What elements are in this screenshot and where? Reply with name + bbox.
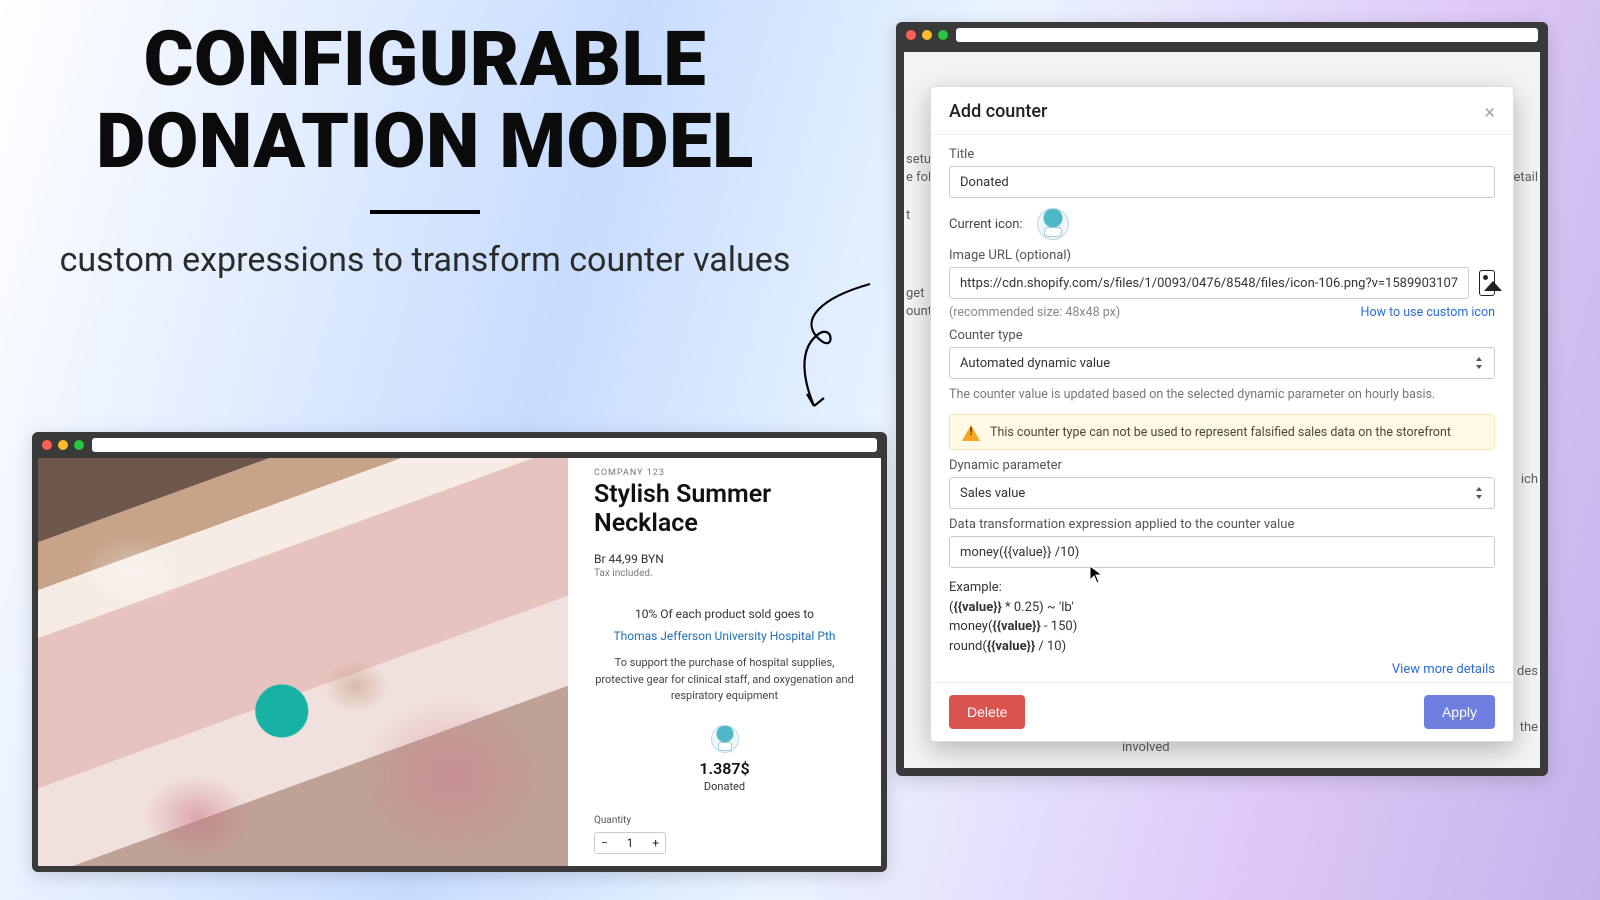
image-url-value: https://cdn.shopify.com/s/files/1/0093/0… (960, 276, 1458, 291)
minimize-dot-icon[interactable] (922, 30, 932, 40)
quantity-label: Quantity (594, 815, 855, 826)
counter-type-warning: This counter type can not be used to rep… (949, 414, 1495, 450)
add-counter-modal: Add counter × Title Donated Current icon… (930, 86, 1514, 742)
traffic-lights (906, 30, 948, 40)
arrow-squiggle-icon (790, 280, 880, 420)
warning-icon (962, 423, 980, 441)
title-input[interactable]: Donated (949, 166, 1495, 198)
bg-text: involved (1122, 740, 1170, 755)
apply-button[interactable]: Apply (1424, 695, 1495, 729)
cursor-icon (1089, 565, 1103, 585)
bg-text: ount (906, 304, 932, 319)
close-dot-icon[interactable] (906, 30, 916, 40)
address-bar[interactable] (92, 438, 877, 452)
counter-type-label: Counter type (949, 328, 1495, 343)
bg-text: t (906, 208, 910, 223)
hero-divider (370, 210, 480, 214)
bg-text: get (906, 286, 924, 301)
bg-text: ich (1521, 472, 1538, 487)
counter-type-select[interactable]: Automated dynamic value (949, 347, 1495, 379)
qty-decrement[interactable]: − (601, 836, 608, 850)
window-chrome (896, 22, 1548, 48)
view-more-link[interactable]: View more details (1392, 662, 1495, 677)
current-icon-preview (1037, 208, 1069, 240)
product-title: Stylish Summer Necklace (594, 480, 855, 538)
donation-description: To support the purchase of hospital supp… (594, 655, 855, 705)
product-photo (38, 458, 568, 866)
counter-type-value: Automated dynamic value (960, 356, 1110, 371)
expression-input[interactable]: money({{value}} /10) (949, 536, 1495, 568)
image-picker-icon[interactable] (1479, 270, 1495, 296)
qty-increment[interactable]: + (652, 836, 659, 850)
hero-title-line1: CONFIGURABLE (144, 14, 707, 104)
current-icon-label: Current icon: (949, 217, 1023, 232)
title-label: Title (949, 147, 1495, 162)
select-caret-icon (1474, 356, 1484, 370)
dynamic-param-select[interactable]: Sales value (949, 477, 1495, 509)
admin-browser-window: setu e foll t etail get ount ich t des t… (896, 22, 1548, 776)
storefront-browser-window: COMPANY 123 Stylish Summer Necklace Br 4… (32, 432, 887, 872)
minimize-dot-icon[interactable] (58, 440, 68, 450)
close-dot-icon[interactable] (42, 440, 52, 450)
bg-text: the (1520, 720, 1538, 735)
title-input-value: Donated (960, 175, 1009, 190)
zoom-dot-icon[interactable] (938, 30, 948, 40)
qty-value: 1 (627, 836, 634, 850)
donation-intro: 10% Of each product sold goes to (594, 607, 855, 621)
counter-label: Donated (594, 780, 855, 793)
product-price: Br 44,99 BYN (594, 552, 855, 566)
traffic-lights (42, 440, 84, 450)
donation-counter: 1.387$ Donated (594, 725, 855, 793)
expression-value: money({{value}} /10) (960, 545, 1079, 560)
counter-value: 1.387$ (594, 759, 855, 778)
donation-org-link[interactable]: Thomas Jefferson University Hospital Pth (594, 629, 855, 643)
quantity-stepper[interactable]: − 1 + (594, 832, 666, 854)
close-icon[interactable]: × (1484, 102, 1495, 122)
expression-label: Data transformation expression applied t… (949, 517, 1495, 532)
bg-text: etail (1513, 170, 1538, 185)
address-bar[interactable] (956, 28, 1538, 42)
hero-title: CONFIGURABLE DONATION MODEL (40, 18, 810, 182)
modal-title: Add counter (949, 101, 1047, 122)
expression-example: Example: ({{value}} * 0.25) ~ 'lb' money… (949, 578, 1495, 656)
image-url-input[interactable]: https://cdn.shopify.com/s/files/1/0093/0… (949, 267, 1469, 299)
bg-text: setu (906, 152, 931, 167)
counter-type-help: The counter value is updated based on th… (949, 387, 1495, 402)
window-chrome (32, 432, 887, 458)
select-caret-icon (1474, 486, 1484, 500)
custom-icon-help-link[interactable]: How to use custom icon (1361, 305, 1495, 320)
example-heading: Example: (949, 578, 1495, 598)
warning-text: This counter type can not be used to rep… (990, 425, 1451, 440)
zoom-dot-icon[interactable] (74, 440, 84, 450)
mask-icon (711, 725, 739, 753)
dynamic-param-label: Dynamic parameter (949, 458, 1495, 473)
image-size-hint: (recommended size: 48x48 px) (949, 305, 1120, 320)
image-url-label: Image URL (optional) (949, 248, 1495, 263)
tax-note: Tax included. (594, 568, 855, 579)
dynamic-param-value: Sales value (960, 486, 1025, 501)
company-name: COMPANY 123 (594, 468, 855, 478)
delete-button[interactable]: Delete (949, 695, 1025, 729)
hero-title-line2: DONATION MODEL (96, 96, 754, 186)
hero-subtitle: custom expressions to transform counter … (40, 238, 810, 284)
